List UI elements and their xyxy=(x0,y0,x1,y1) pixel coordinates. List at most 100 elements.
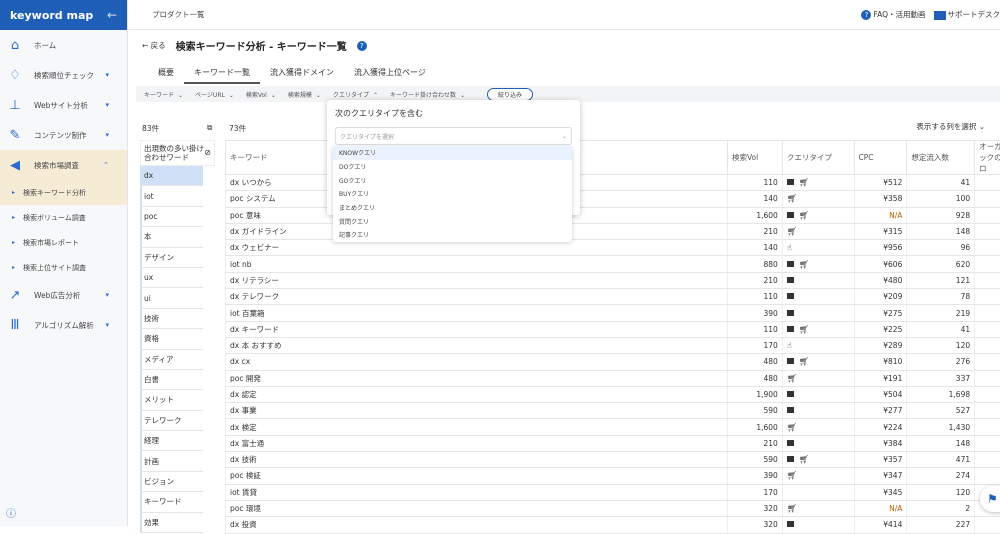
query-type-option[interactable]: BUYクエリ xyxy=(333,187,572,201)
keyword-cell[interactable]: dx 投資 xyxy=(226,517,728,533)
collapse-icon[interactable]: ← xyxy=(107,8,117,22)
keyword-cell[interactable]: poc 検証 xyxy=(226,468,728,484)
keyword-cell[interactable]: iot nb xyxy=(226,256,728,272)
keyword-cell[interactable]: dx 認定 xyxy=(226,386,728,402)
sidebar-item[interactable]: ◀検索市場調査⌃ xyxy=(0,150,127,180)
sidebar-subitem[interactable]: ▸検索ボリューム調査 xyxy=(0,205,127,230)
query-type-option[interactable]: DOクエリ xyxy=(333,160,572,174)
combination-word[interactable]: メディア xyxy=(140,350,203,370)
table-row[interactable]: dx 本 おすすめ170☝¥289120 xyxy=(226,337,1000,353)
combination-word[interactable]: ux xyxy=(140,268,203,288)
sidebar-item[interactable]: ✎コンテンツ制作▾ xyxy=(0,120,127,150)
keyword-cell[interactable]: iot 百葉箱 xyxy=(226,305,728,321)
combination-word[interactable]: 白書 xyxy=(140,370,203,390)
table-row[interactable]: dx 富士通210¥384148 xyxy=(226,435,1000,451)
keyword-cell[interactable]: dx cx xyxy=(226,354,728,370)
tab[interactable]: 概要 xyxy=(148,62,184,84)
filter-dropdown[interactable]: クエリタイプ⌃ xyxy=(333,90,378,99)
combination-word[interactable]: デザイン xyxy=(140,248,203,268)
query-type-option[interactable]: GOクエリ xyxy=(333,173,572,187)
table-row[interactable]: dx テレワーク110¥20978 xyxy=(226,289,1000,305)
combination-word[interactable]: iot xyxy=(140,186,203,206)
table-row[interactable]: dx 技術590🛒︎¥357471 xyxy=(226,452,1000,468)
sidebar-item[interactable]: ⌂ホーム xyxy=(0,30,127,60)
sidebar-item[interactable]: ⊥Webサイト分析▾ xyxy=(0,90,127,120)
filter-dropdown[interactable]: ページURL⌄ xyxy=(195,90,234,99)
combination-word[interactable]: 技術 xyxy=(140,309,203,329)
column-header[interactable]: クエリタイプ xyxy=(782,141,854,175)
help-icon[interactable]: ⊘ xyxy=(204,148,211,157)
query-type-option[interactable]: まとめクエリ xyxy=(333,201,572,215)
sidebar-subitem[interactable]: ▸検索上位サイト調査 xyxy=(0,255,127,280)
filter-dropdown[interactable]: 検索Vol⌄ xyxy=(246,90,276,99)
combination-word[interactable]: 計画 xyxy=(140,451,203,471)
keyword-cell[interactable]: poc 開発 xyxy=(226,370,728,386)
combination-word[interactable]: ビジョン xyxy=(140,472,203,492)
tab[interactable]: キーワード一覧 xyxy=(184,62,260,84)
combination-word[interactable]: テレワーク xyxy=(140,411,203,431)
combination-word[interactable]: dx xyxy=(140,166,203,186)
keyword-cell[interactable]: dx リテラシー xyxy=(226,272,728,288)
table-row[interactable]: dx ウェビナー140☝¥95696 xyxy=(226,240,1000,256)
filter-button[interactable]: 絞り込み xyxy=(487,88,533,101)
product-list-link[interactable]: プロダクト一覧 xyxy=(152,9,205,20)
combination-word[interactable]: 資格 xyxy=(140,329,203,349)
combination-word[interactable]: ui xyxy=(140,288,203,308)
query-type-option[interactable]: 記事クエリ xyxy=(333,228,572,242)
tab[interactable]: 流入獲得上位ページ xyxy=(344,62,436,84)
back-link[interactable]: ← 戻る xyxy=(142,40,166,51)
table-row[interactable]: iot nb880🛒︎¥606620 xyxy=(226,256,1000,272)
table-row[interactable]: poc 検証390🛒︎¥347274 xyxy=(226,468,1000,484)
table-row[interactable]: dx 認定1,900¥5041,698 xyxy=(226,386,1000,402)
combination-word[interactable]: poc xyxy=(140,207,203,227)
filter-dropdown[interactable]: キーワード⌄ xyxy=(144,90,183,99)
query-type-option[interactable]: KNOWクエリ xyxy=(333,146,572,160)
table-row[interactable]: poc 開発480🛒︎¥191337 xyxy=(226,370,1000,386)
combination-word[interactable]: キーワード xyxy=(140,492,203,512)
sidebar-item[interactable]: ↗Web広告分析▾ xyxy=(0,280,127,310)
tab[interactable]: 流入獲得ドメイン xyxy=(260,62,344,84)
filter-dropdown[interactable]: キーワード掛け合わせ数⌄ xyxy=(390,90,465,99)
sidebar-subitem[interactable]: ▸検索キーワード分析 xyxy=(0,180,127,205)
query-type-option[interactable]: 質問クエリ xyxy=(333,214,572,228)
sidebar-item[interactable]: Ⅲアルゴリズム解析▾ xyxy=(0,310,127,340)
sidebar-item[interactable]: ♢検索順位チェック▾ xyxy=(0,60,127,90)
keyword-cell[interactable]: poc 環境 xyxy=(226,500,728,516)
table-row[interactable]: dx 投資320¥414227 xyxy=(226,517,1000,533)
table-row[interactable]: iot 賃貸170¥345120 xyxy=(226,484,1000,500)
table-row[interactable]: poc 環境320🛒︎N/A2 xyxy=(226,500,1000,516)
column-header[interactable]: 想定流入数 xyxy=(907,141,975,175)
column-header[interactable]: CPC xyxy=(854,141,907,175)
info-icon[interactable]: ⓘ xyxy=(6,505,16,520)
keyword-cell[interactable]: dx ウェビナー xyxy=(226,240,728,256)
flag-icon[interactable]: ⚑ xyxy=(980,486,1000,512)
keyword-cell[interactable]: dx 技術 xyxy=(226,452,728,468)
query-type-select[interactable]: クエリタイプを選択⌄ xyxy=(335,127,572,145)
keyword-cell[interactable]: dx キーワード xyxy=(226,321,728,337)
table-row[interactable]: dx リテラシー210¥480121 xyxy=(226,272,1000,288)
combination-word[interactable]: 本 xyxy=(140,227,203,247)
column-header[interactable]: 検索Vol xyxy=(727,141,782,175)
column-select[interactable]: 表示する列を選択 ⌄ xyxy=(916,121,985,132)
filter-dropdown[interactable]: 検索規模⌄ xyxy=(288,90,321,99)
keyword-cell[interactable]: dx テレワーク xyxy=(226,289,728,305)
copy-icon[interactable]: ⧉ xyxy=(207,123,212,133)
table-row[interactable]: iot 百葉箱390¥275219 xyxy=(226,305,1000,321)
keyword-cell[interactable]: dx 本 おすすめ xyxy=(226,337,728,353)
table-row[interactable]: dx キーワード110🛒︎¥22541 xyxy=(226,321,1000,337)
sidebar-subitem[interactable]: ▸検索市場レポート xyxy=(0,230,127,255)
table-row[interactable]: dx 事業590¥277527 xyxy=(226,403,1000,419)
keyword-cell[interactable]: dx 富士通 xyxy=(226,435,728,451)
logo[interactable]: keyword map← xyxy=(0,0,127,30)
keyword-cell[interactable]: dx 事業 xyxy=(226,403,728,419)
column-header[interactable]: オーガニックのプロ xyxy=(975,141,1000,175)
combination-word[interactable]: 効果 xyxy=(140,513,203,533)
keyword-cell[interactable]: dx 検定 xyxy=(226,419,728,435)
keyword-cell[interactable]: iot 賃貸 xyxy=(226,484,728,500)
combination-word[interactable]: メリット xyxy=(140,390,203,410)
support-link[interactable]: サポートデスク xyxy=(934,9,1000,20)
table-row[interactable]: dx 検定1,600🛒︎¥2241,430 xyxy=(226,419,1000,435)
table-row[interactable]: dx cx480🛒︎¥810276 xyxy=(226,354,1000,370)
combination-word[interactable]: 経理 xyxy=(140,431,203,451)
faq-link[interactable]: ?FAQ・活用動画 xyxy=(861,9,925,20)
